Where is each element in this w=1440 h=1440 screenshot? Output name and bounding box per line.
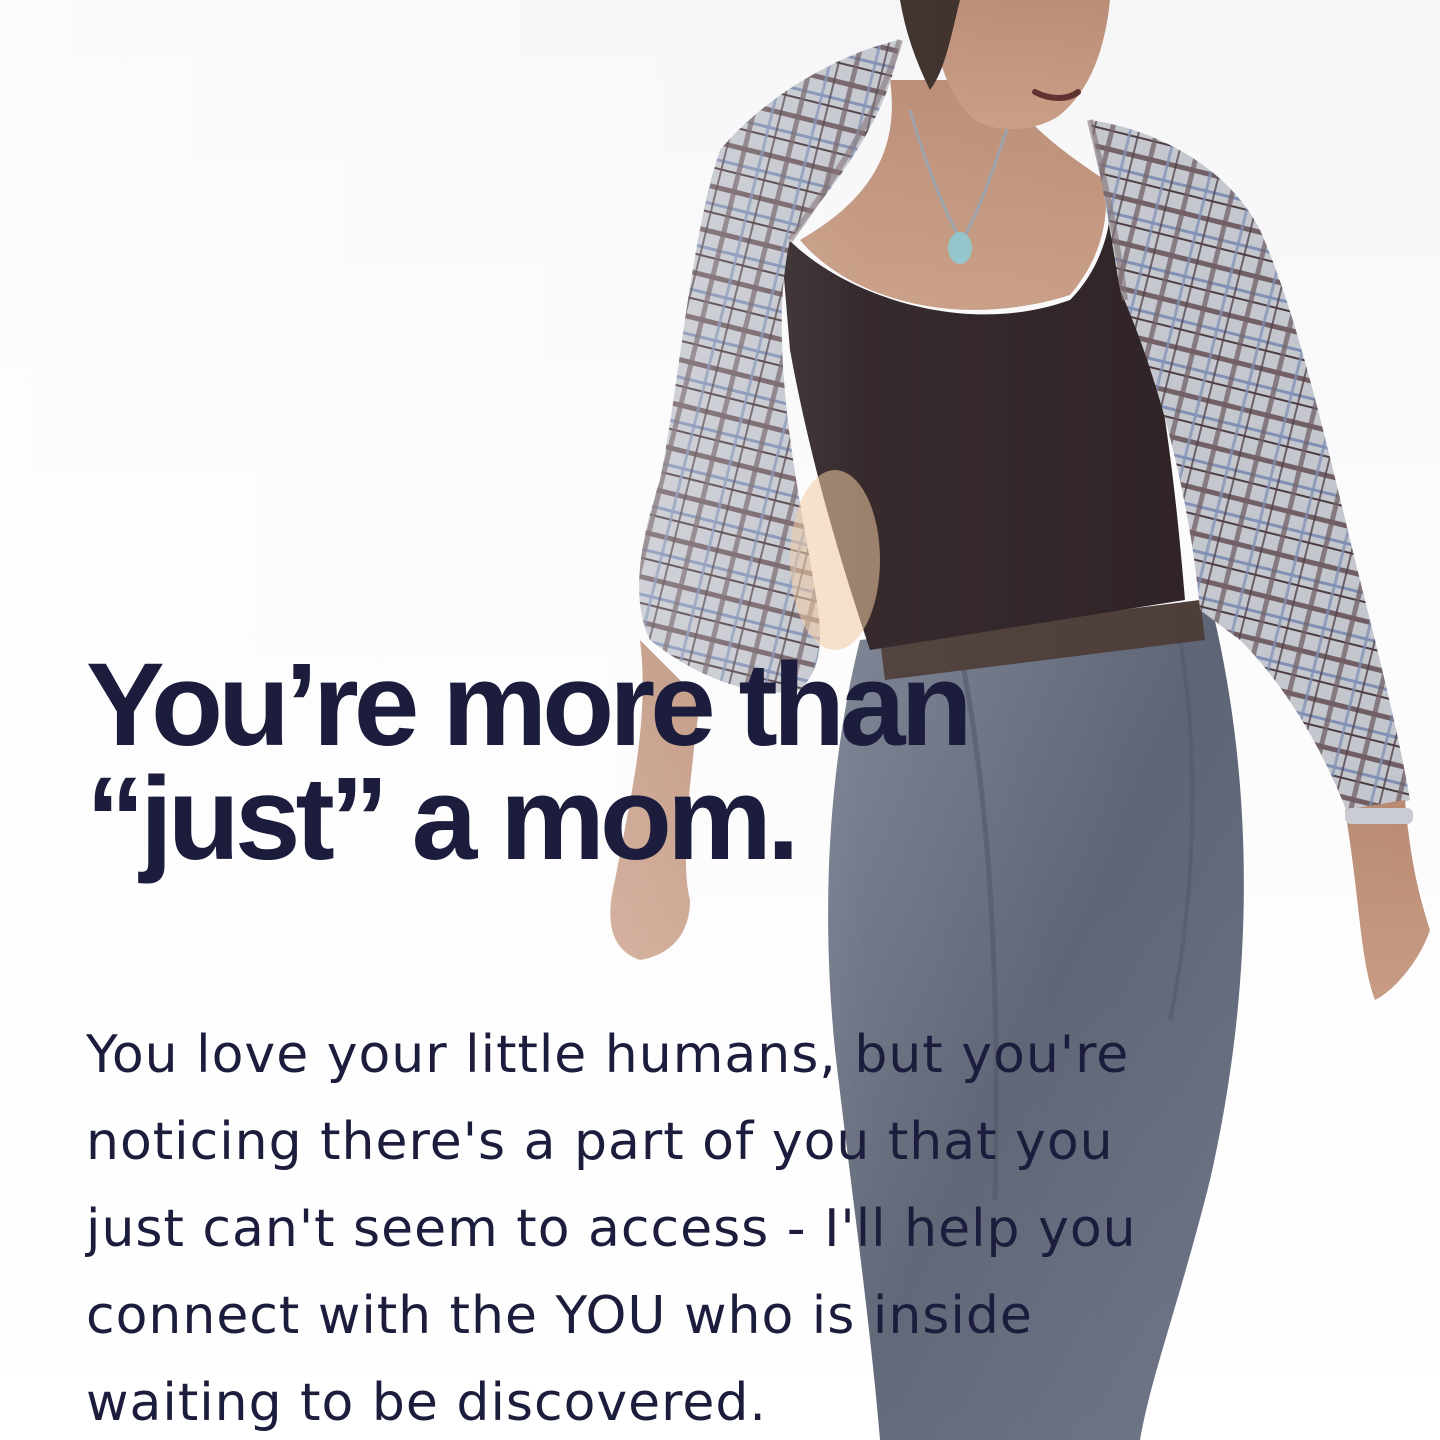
body-line-4: connect with the YOU who is inside: [86, 1286, 1033, 1346]
body-line-1: You love your little humans, but you're: [86, 1025, 1130, 1085]
body-line-3: just can't seem to access - I'll help yo…: [86, 1199, 1137, 1259]
headline-line-2: “just” a mom.: [86, 753, 800, 885]
headline: You’re more than “just” a mom.: [86, 639, 1186, 885]
body-line-2: noticing there's a part of you that you: [86, 1112, 1114, 1172]
hero-section: You’re more than “just” a mom. You love …: [0, 0, 1440, 1440]
body-line-5: waiting to be discovered.: [86, 1373, 767, 1433]
body-paragraph: You love your little humans, but you're …: [86, 1012, 1326, 1440]
headline-line-1: You’re more than: [86, 639, 973, 771]
